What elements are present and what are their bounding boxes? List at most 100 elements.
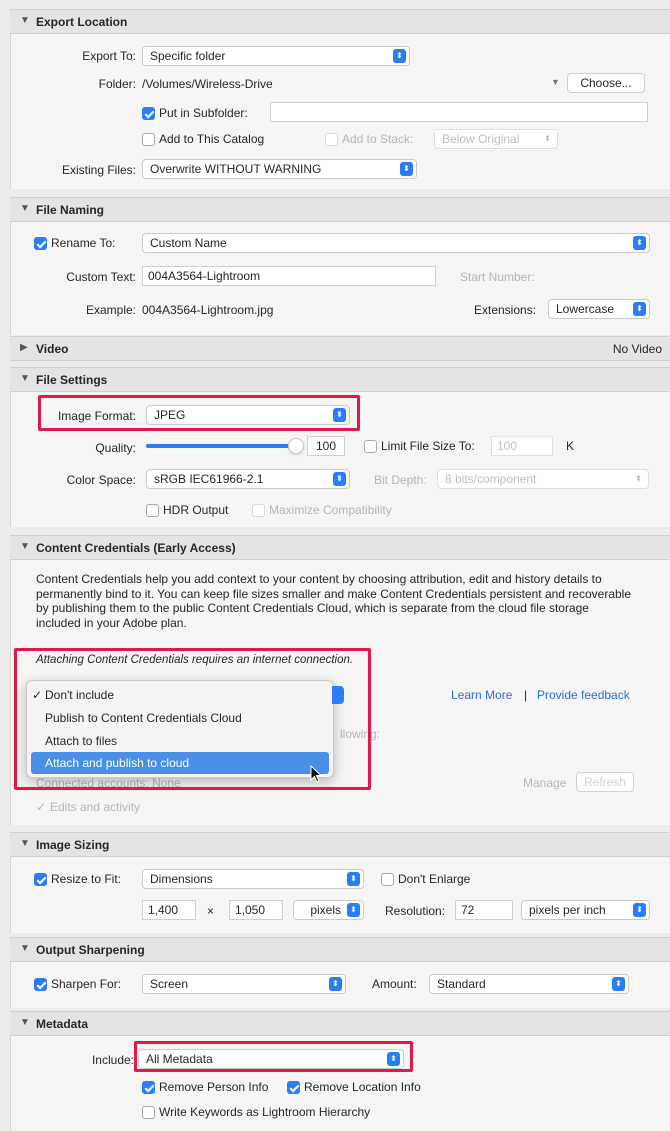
example-label: Example: (85, 303, 136, 317)
updown-arrow-icon: ⬍ (633, 302, 646, 316)
metadata-include-highlight (134, 1041, 413, 1072)
resize-to-fit-select[interactable]: Dimensions ⬍ (142, 869, 364, 889)
updown-arrow-icon: ⬍ (400, 162, 413, 176)
bit-depth-label: Bit Depth: (374, 473, 427, 487)
stack-position-select[interactable]: Below Original ⬍ (434, 129, 558, 149)
export-to-select[interactable]: Specific folder ⬍ (142, 46, 410, 66)
image-sizing-header[interactable]: ▼ Image Sizing (10, 832, 670, 857)
metadata-header[interactable]: ▼ Metadata (10, 1011, 670, 1036)
include-label: Include: (91, 1053, 134, 1067)
updown-arrow-icon: ⬍ (333, 472, 346, 486)
put-in-subfolder-label: Put in Subfolder: (159, 106, 248, 120)
content-credentials-header[interactable]: ▼ Content Credentials (Early Access) (10, 535, 670, 560)
stack-position-value: Below Original (442, 132, 520, 146)
section-title: File Settings (36, 373, 108, 387)
export-location-header[interactable]: ▼ Export Location (10, 9, 670, 34)
disclosure-expanded-icon: ▼ (20, 203, 30, 214)
folder-label: Folder: (98, 77, 136, 91)
existing-files-value: Overwrite WITHOUT WARNING (150, 162, 322, 176)
video-status: No Video (612, 342, 662, 356)
updown-arrow-icon: ⬍ (544, 134, 551, 143)
remove-person-info-checkbox[interactable] (142, 1081, 155, 1094)
limit-file-size-unit: K (566, 439, 575, 453)
resolution-input[interactable]: 72 (455, 900, 513, 920)
put-in-subfolder-checkbox[interactable] (142, 107, 155, 120)
example-filename: 004A3564-Lightroom.jpg (142, 303, 274, 317)
resolution-label: Resolution: (385, 904, 446, 918)
export-to-label: Export To: (82, 49, 136, 63)
rename-to-select[interactable]: Custom Name ⬍ (142, 233, 650, 253)
quality-slider-knob[interactable] (288, 438, 304, 454)
disclosure-expanded-icon: ▼ (20, 373, 30, 384)
choose-folder-button[interactable]: Choose... (567, 73, 645, 93)
rename-to-checkbox[interactable] (34, 237, 47, 250)
image-format-highlight (38, 395, 360, 431)
updown-arrow-icon: ⬍ (347, 872, 360, 886)
extensions-select[interactable]: Lowercase ⬍ (548, 299, 650, 319)
add-to-stack-checkbox[interactable] (325, 133, 338, 146)
dont-enlarge-checkbox[interactable] (381, 873, 394, 886)
video-header[interactable]: ▶ Video No Video (10, 336, 670, 361)
custom-text-label: Custom Text: (66, 270, 136, 284)
resize-to-fit-checkbox[interactable] (34, 873, 47, 886)
updown-arrow-icon: ⬍ (635, 474, 642, 483)
section-title: Metadata (36, 1017, 89, 1031)
dont-enlarge-label: Don't Enlarge (398, 872, 471, 886)
remove-location-info-label: Remove Location Info (304, 1080, 421, 1094)
height-input[interactable]: 1,050 (229, 900, 283, 920)
updown-arrow-icon: ⬍ (633, 903, 646, 917)
subfolder-input[interactable] (270, 102, 648, 122)
amount-select[interactable]: Standard ⬍ (429, 974, 629, 994)
remove-location-info-checkbox[interactable] (287, 1081, 300, 1094)
bit-depth-select[interactable]: 8 bits/component ⬍ (437, 469, 649, 489)
resolution-units-select[interactable]: pixels per inch ⬍ (521, 900, 650, 920)
section-title: Content Credentials (Early Access) (36, 541, 236, 555)
edits-activity-label: Edits and activity (50, 800, 141, 814)
limit-file-size-checkbox[interactable] (364, 440, 377, 453)
section-title: Output Sharpening (36, 943, 145, 957)
hdr-output-checkbox[interactable] (146, 504, 159, 517)
sharpen-for-label: Sharpen For: (51, 977, 122, 991)
disclosure-expanded-icon: ▼ (20, 1017, 30, 1028)
times-symbol: × (207, 904, 215, 918)
updown-arrow-icon: ⬍ (612, 977, 625, 991)
sharpen-for-checkbox[interactable] (34, 978, 47, 991)
add-to-catalog-checkbox[interactable] (142, 133, 155, 146)
content-credentials-highlight (14, 648, 371, 790)
updown-arrow-icon: ⬍ (329, 977, 342, 991)
maximize-compat-checkbox[interactable] (252, 504, 265, 517)
units-value: pixels (310, 903, 341, 917)
refresh-button[interactable]: Refresh (576, 772, 634, 792)
existing-files-label: Existing Files: (61, 163, 136, 177)
remove-person-info-label: Remove Person Info (159, 1080, 269, 1094)
rename-to-value: Custom Name (150, 236, 227, 250)
resolution-units-value: pixels per inch (529, 903, 606, 917)
color-space-select[interactable]: sRGB IEC61966-2.1 ⬍ (146, 469, 350, 489)
edits-activity-check-icon: ✓ (36, 800, 47, 814)
section-title: Image Sizing (36, 838, 110, 852)
file-naming-header[interactable]: ▼ File Naming (10, 197, 670, 222)
section-title: Video (36, 342, 69, 356)
learn-more-link[interactable]: Learn More (451, 688, 512, 702)
hdr-output-label: HDR Output (163, 503, 229, 517)
folder-dropdown-icon[interactable]: ▼ (551, 77, 560, 87)
sharpen-for-select[interactable]: Screen ⬍ (142, 974, 346, 994)
output-sharpening-header[interactable]: ▼ Output Sharpening (10, 937, 670, 962)
content-credentials-description: Content Credentials help you add context… (36, 572, 632, 630)
write-keywords-checkbox[interactable] (142, 1106, 155, 1119)
width-input[interactable]: 1,400 (142, 900, 196, 920)
maximize-compat-label: Maximize Compatibility (269, 503, 392, 517)
color-space-value: sRGB IEC61966-2.1 (154, 472, 264, 486)
disclosure-expanded-icon: ▼ (20, 943, 30, 954)
updown-arrow-icon: ⬍ (393, 49, 406, 63)
provide-feedback-link[interactable]: Provide feedback (537, 688, 630, 702)
limit-file-size-input[interactable]: 100 (491, 436, 553, 456)
quality-input[interactable]: 100 (307, 436, 345, 456)
existing-files-select[interactable]: Overwrite WITHOUT WARNING ⬍ (142, 159, 417, 179)
units-select[interactable]: pixels ⬍ (293, 900, 364, 920)
file-settings-header[interactable]: ▼ File Settings (10, 367, 670, 392)
limit-file-size-label: Limit File Size To: (381, 439, 475, 453)
updown-arrow-icon: ⬍ (633, 236, 646, 250)
custom-text-input[interactable]: 004A3564-Lightroom (142, 266, 436, 286)
add-to-stack-label: Add to Stack: (342, 132, 414, 146)
